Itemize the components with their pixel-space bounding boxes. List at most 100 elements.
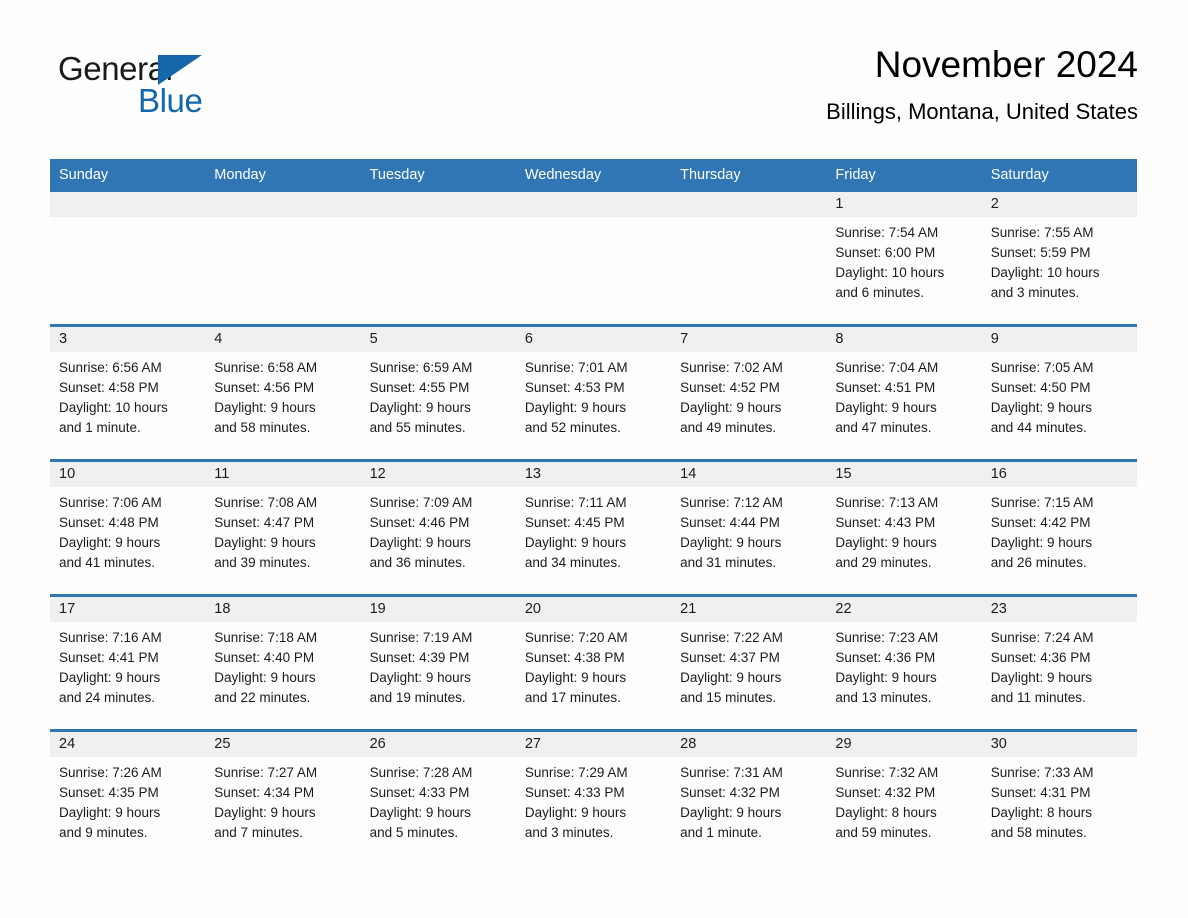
calendar-day-cell[interactable]: 16 Sunrise: 7:15 AM Sunset: 4:42 PM Dayligh… <box>981 462 1137 595</box>
daylight-duration-line2: and 5 minutes. <box>369 825 459 841</box>
calendar-day-cell[interactable]: 6 Sunrise: 7:01 AM Sunset: 4:53 PM Daylight… <box>515 327 672 460</box>
calendar-table: Sunday Monday Tuesday Wednesday Thursday Frid… <box>50 159 1137 865</box>
sunset-time: Sunset: 4:36 PM <box>835 650 936 666</box>
day-number <box>671 192 827 218</box>
daylight-duration-line2: and 13 minutes. <box>835 690 932 706</box>
calendar-day-cell[interactable]: 29 Sunrise: 7:32 AM Sunset: 4:32 PM Dayligh… <box>826 732 982 865</box>
daylight-duration-line2: and 36 minutes. <box>369 555 466 571</box>
sunset-time: Sunset: 4:52 PM <box>680 380 780 396</box>
calendar-day-cell[interactable]: 11 Sunrise: 7:08 AM Sunset: 4:47 PM Dayligh… <box>205 462 361 595</box>
calendar-day-cell[interactable]: 19 Sunrise: 7:19 AM Sunset: 4:39 PM Dayligh… <box>360 597 516 730</box>
calendar-day-cell[interactable]: 20 Sunrise: 7:20 AM Sunset: 4:38 PM Dayligh… <box>515 597 672 730</box>
weekday-header-sunday: Sunday <box>59 167 109 183</box>
calendar-day-cell[interactable]: 22 Sunrise: 7:23 AM Sunset: 4:36 PM Dayligh… <box>826 597 982 730</box>
day-details: Sunrise: 7:09 AM Sunset: 4:46 PM Daylight:… <box>361 487 516 573</box>
day-number: 8 <box>826 327 982 353</box>
day-number: 2 <box>981 192 1137 218</box>
weekday-header-friday: Friday <box>835 167 876 183</box>
day-number: 10 <box>50 462 206 488</box>
calendar-day-cell[interactable]: 5 Sunrise: 6:59 AM Sunset: 4:55 PM Daylight… <box>360 327 516 460</box>
calendar-page: General Blue November 2024 Billings, Mon… <box>0 0 1188 918</box>
calendar-day-cell[interactable]: 25 Sunrise: 7:27 AM Sunset: 4:34 PM Dayligh… <box>205 732 361 865</box>
day-number: 20 <box>515 597 672 623</box>
calendar-day-cell[interactable]: 13 Sunrise: 7:11 AM Sunset: 4:45 PM Dayligh… <box>515 462 672 595</box>
daylight-duration-line1: Daylight: 9 hours <box>59 670 161 686</box>
daylight-duration-line1: Daylight: 9 hours <box>680 400 782 416</box>
calendar-day-cell[interactable]: 15 Sunrise: 7:13 AM Sunset: 4:43 PM Dayligh… <box>826 462 982 595</box>
calendar-day-cell[interactable]: 12 Sunrise: 7:09 AM Sunset: 4:46 PM Dayligh… <box>360 462 516 595</box>
calendar-day-cell[interactable]: 23 Sunrise: 7:24 AM Sunset: 4:36 PM Dayligh… <box>981 597 1137 730</box>
daylight-duration-line2: and 19 minutes. <box>369 690 466 706</box>
sunset-time: Sunset: 4:47 PM <box>214 515 315 531</box>
calendar-day-cell[interactable]: 18 Sunrise: 7:18 AM Sunset: 4:40 PM Dayligh… <box>205 597 361 730</box>
day-number: 27 <box>515 732 672 758</box>
day-details: Sunrise: 7:19 AM Sunset: 4:39 PM Daylight:… <box>361 622 516 708</box>
calendar-day-cell[interactable]: 17 Sunrise: 7:16 AM Sunset: 4:41 PM Dayligh… <box>50 597 206 730</box>
calendar-week-row: 1 Sunrise: 7:54 AM Sunset: 6:00 PM Daylight… <box>50 192 1137 325</box>
page-subtitle: Billings, Montana, United States <box>826 98 1138 124</box>
calendar-day-cell[interactable]: 26 Sunrise: 7:28 AM Sunset: 4:33 PM Dayligh… <box>360 732 516 865</box>
day-number: 6 <box>515 327 672 353</box>
day-details: Sunrise: 7:28 AM Sunset: 4:33 PM Daylight:… <box>361 757 516 843</box>
daylight-duration-line1: Daylight: 9 hours <box>524 400 627 416</box>
daylight-duration-line1: Daylight: 9 hours <box>59 805 161 821</box>
sunrise-time: Sunrise: 7:27 AM <box>214 765 318 781</box>
day-details: Sunrise: 6:56 AM Sunset: 4:58 PM Daylight:… <box>50 352 205 438</box>
daylight-duration-line1: Daylight: 9 hours <box>369 805 471 821</box>
day-number: 25 <box>205 732 361 758</box>
calendar-day-cell[interactable]: 10 Sunrise: 7:06 AM Sunset: 4:48 PM Dayligh… <box>50 462 206 595</box>
day-number: 29 <box>826 732 982 758</box>
daylight-duration-line2: and 1 minute. <box>59 420 141 436</box>
calendar-day-cell[interactable]: 28 Sunrise: 7:31 AM Sunset: 4:32 PM Dayligh… <box>671 732 827 865</box>
daylight-duration-line1: Daylight: 9 hours <box>990 535 1092 551</box>
sunrise-time: Sunrise: 7:04 AM <box>835 360 939 376</box>
sunrise-time: Sunrise: 7:19 AM <box>369 630 473 646</box>
day-details: Sunrise: 7:01 AM Sunset: 4:53 PM Daylight:… <box>516 352 671 438</box>
weekday-header-thursday: Thursday <box>680 167 741 183</box>
calendar-day-cell[interactable]: 14 Sunrise: 7:12 AM Sunset: 4:44 PM Dayligh… <box>671 462 827 595</box>
daylight-duration-line1: Daylight: 9 hours <box>214 535 316 551</box>
daylight-duration-line1: Daylight: 9 hours <box>680 535 782 551</box>
page-title: November 2024 <box>874 44 1138 85</box>
calendar-day-cell[interactable]: 21 Sunrise: 7:22 AM Sunset: 4:37 PM Dayligh… <box>671 597 827 730</box>
calendar-day-cell[interactable]: 4 Sunrise: 6:58 AM Sunset: 4:56 PM Daylight… <box>205 327 361 460</box>
daylight-duration-line1: Daylight: 8 hours <box>835 805 937 821</box>
daylight-duration-line2: and 44 minutes. <box>990 420 1087 436</box>
day-details: Sunrise: 7:32 AM Sunset: 4:32 PM Daylight:… <box>826 757 981 843</box>
calendar-day-cell[interactable]: 24 Sunrise: 7:26 AM Sunset: 4:35 PM Dayligh… <box>50 732 206 865</box>
day-details: Sunrise: 7:08 AM Sunset: 4:47 PM Daylight:… <box>205 487 360 573</box>
sunrise-time: Sunrise: 7:13 AM <box>835 495 939 511</box>
sunset-time: Sunset: 4:32 PM <box>680 785 780 801</box>
calendar-day-cell[interactable]: 27 Sunrise: 7:29 AM Sunset: 4:33 PM Dayligh… <box>515 732 672 865</box>
sunrise-time: Sunrise: 6:56 AM <box>59 360 162 376</box>
calendar-day-cell[interactable]: 9 Sunrise: 7:05 AM Sunset: 4:50 PM Daylight… <box>981 327 1137 460</box>
calendar-day-cell[interactable]: 30 Sunrise: 7:33 AM Sunset: 4:31 PM Dayligh… <box>981 732 1137 865</box>
daylight-duration-line2: and 41 minutes. <box>59 555 156 571</box>
sunrise-time: Sunrise: 7:02 AM <box>680 360 783 376</box>
daylight-duration-line1: Daylight: 9 hours <box>214 400 316 416</box>
day-details: Sunrise: 7:11 AM Sunset: 4:45 PM Daylight:… <box>516 487 671 573</box>
sunset-time: Sunset: 4:45 PM <box>524 515 625 531</box>
daylight-duration-line2: and 24 minutes. <box>59 690 156 706</box>
daylight-duration-line2: and 59 minutes. <box>835 825 932 841</box>
sunset-time: Sunset: 4:33 PM <box>524 785 625 801</box>
day-number: 7 <box>671 327 827 353</box>
day-details: Sunrise: 7:16 AM Sunset: 4:41 PM Daylight:… <box>50 622 205 708</box>
calendar-day-cell-empty <box>360 192 516 325</box>
calendar-day-cell[interactable]: 7 Sunrise: 7:02 AM Sunset: 4:52 PM Daylight… <box>671 327 827 460</box>
calendar-day-cell[interactable]: 3 Sunrise: 6:56 AM Sunset: 4:58 PM Daylight… <box>50 327 206 460</box>
daylight-duration-line1: Daylight: 9 hours <box>59 535 161 551</box>
calendar-day-cell[interactable]: 8 Sunrise: 7:04 AM Sunset: 4:51 PM Daylight… <box>826 327 982 460</box>
sunrise-time: Sunrise: 7:33 AM <box>990 765 1094 781</box>
sunset-time: Sunset: 4:35 PM <box>59 785 159 801</box>
sunrise-time: Sunrise: 6:59 AM <box>369 360 473 376</box>
general-blue-logo[interactable]: General Blue <box>58 52 258 118</box>
sunrise-time: Sunrise: 7:26 AM <box>59 765 162 781</box>
daylight-duration-line1: Daylight: 10 hours <box>990 265 1100 281</box>
sunset-time: Sunset: 4:42 PM <box>990 515 1091 531</box>
day-details: Sunrise: 7:33 AM Sunset: 4:31 PM Daylight:… <box>982 757 1137 843</box>
day-number: 4 <box>205 327 361 353</box>
calendar-day-cell[interactable]: 2 Sunrise: 7:55 AM Sunset: 5:59 PM Daylight… <box>981 192 1137 325</box>
calendar-day-cell[interactable]: 1 Sunrise: 7:54 AM Sunset: 6:00 PM Daylight… <box>826 192 982 325</box>
sunset-time: Sunset: 4:40 PM <box>214 650 315 666</box>
